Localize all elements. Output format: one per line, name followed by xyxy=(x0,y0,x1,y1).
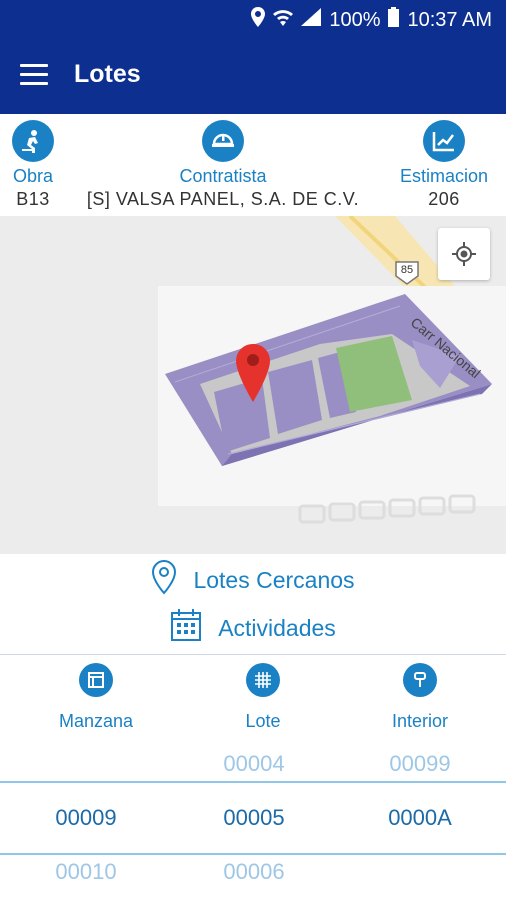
grid-icon xyxy=(246,663,280,697)
picker-divider-bottom xyxy=(0,853,506,855)
clock: 10:37 AM xyxy=(407,8,492,31)
activities-link[interactable]: Actividades xyxy=(0,608,506,648)
col-lote-label: Lote xyxy=(245,711,281,731)
project-info: Obra B13 Contratista [S] VALSA PANEL, S.… xyxy=(0,114,506,216)
picker-divider-top xyxy=(0,781,506,783)
estimacion-label: Estimacion xyxy=(399,166,489,186)
estimacion-value: 206 xyxy=(428,189,460,209)
row-2-manzana[interactable]: 00009 xyxy=(6,805,166,831)
my-location-button[interactable] xyxy=(438,228,490,280)
activities-label: Actividades xyxy=(218,614,336,641)
block-icon xyxy=(79,663,113,697)
signal-icon xyxy=(301,8,322,32)
row-3-manzana[interactable]: 00010 xyxy=(6,859,166,885)
contratista-label: Contratista xyxy=(179,166,267,186)
col-manzana: Manzana xyxy=(16,663,176,732)
row-1-interior[interactable]: 00099 xyxy=(340,751,500,777)
door-icon xyxy=(403,663,437,697)
crosshair-icon xyxy=(452,242,476,266)
col-manzana-label: Manzana xyxy=(58,711,134,731)
col-lote: Lote xyxy=(183,663,343,732)
page-title: Lotes xyxy=(74,60,141,88)
calendar-icon xyxy=(170,608,202,648)
obra-value: B13 xyxy=(16,189,50,209)
lot-picker: Manzana Lote Interior 00004 00099 00009 … xyxy=(0,654,506,901)
col-interior: Interior xyxy=(340,663,500,732)
nearby-lots-link[interactable]: Lotes Cercanos xyxy=(0,559,506,601)
map-marker-icon[interactable] xyxy=(236,344,270,407)
chart-icon xyxy=(423,120,465,162)
battery-percent: 100% xyxy=(329,8,381,31)
row-3-lote[interactable]: 00006 xyxy=(174,859,334,885)
worker-icon xyxy=(12,120,54,162)
contratista-info: Contratista [S] VALSA PANEL, S.A. DE C.V… xyxy=(70,114,376,210)
helmet-icon xyxy=(202,120,244,162)
estimacion-info: Estimacion 206 xyxy=(386,114,502,210)
col-interior-label: Interior xyxy=(391,711,449,731)
row-1-lote[interactable]: 00004 xyxy=(174,751,334,777)
obra-info: Obra B13 xyxy=(0,114,66,210)
row-2-interior[interactable]: 0000A xyxy=(340,805,500,831)
obra-label: Obra xyxy=(12,166,54,186)
wifi-icon xyxy=(273,8,294,32)
nearby-lots-label: Lotes Cercanos xyxy=(193,566,355,593)
menu-button[interactable] xyxy=(20,64,48,86)
location-icon xyxy=(251,7,266,33)
row-2-lote[interactable]: 00005 xyxy=(174,805,334,831)
map-view[interactable]: 85 Carr Nacional xyxy=(0,216,506,554)
contratista-value: [S] VALSA PANEL, S.A. DE C.V. xyxy=(86,189,360,209)
status-bar: 100% 10:37 AM xyxy=(0,0,506,38)
app-bar: Lotes xyxy=(0,38,506,114)
battery-icon xyxy=(388,7,400,33)
highway-shield-label: 85 xyxy=(400,264,414,276)
map-pin-icon xyxy=(151,559,177,601)
